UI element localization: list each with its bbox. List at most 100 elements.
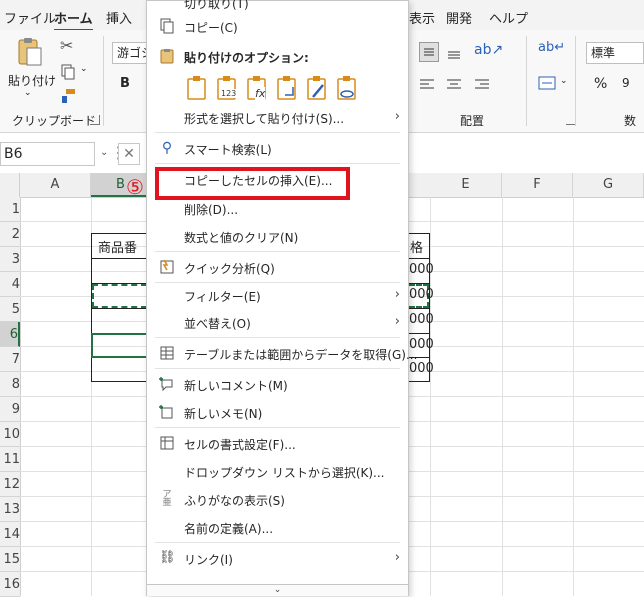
copy-dropdown-icon[interactable]: ⌄ <box>80 64 88 74</box>
menu-separator <box>155 337 400 338</box>
percent-style-button[interactable]: % <box>594 76 607 92</box>
new-comment-icon <box>159 376 175 392</box>
row-header-selected[interactable]: 6 <box>0 322 20 347</box>
row-header[interactable]: 10 <box>0 422 20 447</box>
orientation-icon[interactable]: ab↗ <box>474 42 503 58</box>
menu-item-new-note[interactable]: 新しいメモ(N) <box>147 400 408 426</box>
menu-separator <box>155 542 400 543</box>
clipboard-launcher-icon[interactable]: . <box>90 115 100 125</box>
table-border-line <box>409 308 430 309</box>
menu-item-copy[interactable]: コピー(C) <box>147 14 408 40</box>
column-header-f[interactable]: F <box>502 173 573 197</box>
row-header[interactable]: 13 <box>0 497 20 522</box>
menu-separator <box>155 163 400 164</box>
menu-item-paste-options: 貼り付けのオプション: <box>147 44 408 70</box>
row-header[interactable]: 8 <box>0 372 20 397</box>
menu-item-filter[interactable]: フィルター(E) › <box>147 283 408 309</box>
menu-item-label: 新しいコメント(M) <box>184 379 288 393</box>
merge-center-icon[interactable] <box>538 74 556 92</box>
align-center-icon[interactable] <box>446 78 462 92</box>
cell-d2-header[interactable]: 格 <box>410 237 423 256</box>
menu-item-label: 形式を選択して貼り付け(S)... <box>184 112 345 126</box>
paste-button-label[interactable]: 貼り付け <box>8 72 56 89</box>
paste-dropdown-icon[interactable]: ⌄ <box>24 88 32 98</box>
row-header[interactable]: 2 <box>0 222 20 247</box>
menu-separator <box>155 132 400 133</box>
bold-button[interactable]: B <box>120 76 130 91</box>
menu-item-format-cells[interactable]: セルの書式設定(F)... <box>147 431 408 457</box>
menu-item-delete[interactable]: 削除(D)... <box>147 196 408 222</box>
ribbon-separator <box>526 36 527 126</box>
format-painter-icon[interactable] <box>60 88 76 104</box>
menu-item-smart-lookup[interactable]: ⚲ スマート検索(L) <box>147 136 408 162</box>
menu-item-quick-analysis[interactable]: クイック分析(Q) <box>147 255 408 281</box>
menu-item-show-furigana[interactable]: ア亜 ふりがなの表示(S) <box>147 487 408 513</box>
menu-item-link[interactable]: ⛓ リンク(I) › <box>147 546 408 572</box>
menu-item-paste-special[interactable]: 形式を選択して貼り付け(S)... › <box>147 105 408 131</box>
align-middle-button[interactable] <box>419 42 439 62</box>
number-format-box[interactable]: 標準 <box>586 42 644 64</box>
tab-view[interactable]: 表示 <box>409 8 435 27</box>
column-header-a[interactable]: A <box>20 173 91 197</box>
row-header[interactable]: 14 <box>0 522 20 547</box>
row-header[interactable]: 15 <box>0 547 20 572</box>
table-border-line <box>409 258 430 259</box>
gridline <box>502 197 503 596</box>
name-box[interactable]: B6 <box>0 142 95 166</box>
row-header[interactable]: 7 <box>0 347 20 372</box>
menu-item-clear-contents[interactable]: 数式と値のクリア(N) <box>147 224 408 250</box>
row-header[interactable]: 12 <box>0 472 20 497</box>
cancel-entry-icon[interactable]: ✕ <box>118 143 140 165</box>
tab-help[interactable]: ヘルプ <box>489 8 528 27</box>
row-header[interactable]: 9 <box>0 397 20 422</box>
font-name-box[interactable]: 游ゴシ <box>112 42 148 64</box>
paste-formatting-icon[interactable] <box>305 75 329 101</box>
select-all-corner[interactable] <box>0 173 20 197</box>
align-left-icon[interactable] <box>419 78 435 92</box>
merge-dropdown-icon[interactable]: ⌄ <box>560 76 568 86</box>
name-box-dropdown-icon[interactable]: ⌄ <box>100 147 108 158</box>
copy-ribbon-icon[interactable] <box>60 64 76 80</box>
cell-b2-header[interactable]: 商品番 <box>98 237 137 256</box>
row-header[interactable]: 16 <box>0 572 20 597</box>
paste-big-icon[interactable] <box>14 36 44 68</box>
cell-d3-value[interactable]: 000 <box>409 262 434 277</box>
table-icon <box>159 345 175 361</box>
cell-d4-value[interactable]: 000 <box>409 287 434 302</box>
comma-style-icon[interactable]: 9 <box>622 76 630 90</box>
cell-d5-value[interactable]: 000 <box>409 312 434 327</box>
column-header-e[interactable]: E <box>430 173 502 197</box>
tab-insert[interactable]: 挿入 <box>106 8 132 27</box>
quick-analysis-icon <box>159 259 175 275</box>
tab-developer[interactable]: 開発 <box>446 8 472 27</box>
align-bottom-icon[interactable] <box>446 44 462 60</box>
cut-icon[interactable]: ✂ <box>60 36 73 55</box>
column-header-g[interactable]: G <box>573 173 644 197</box>
row-header[interactable]: 1 <box>0 197 20 222</box>
table-border-line <box>409 333 430 334</box>
paste-default-icon[interactable] <box>185 75 209 101</box>
row-header[interactable]: 5 <box>0 297 20 322</box>
tab-home[interactable]: ホーム <box>54 8 93 32</box>
row-header[interactable]: 11 <box>0 447 20 472</box>
row-header[interactable]: 3 <box>0 247 20 272</box>
row-header[interactable]: 4 <box>0 272 20 297</box>
selected-cell-b6[interactable] <box>91 333 147 358</box>
menu-item-get-data-from-table[interactable]: テーブルまたは範囲からデータを取得(G)... <box>147 341 417 367</box>
menu-item-new-comment[interactable]: 新しいコメント(M) <box>147 372 408 398</box>
menu-item-define-name[interactable]: 名前の定義(A)... <box>147 515 408 541</box>
paste-values-icon[interactable]: 123 <box>215 75 239 101</box>
copy-icon <box>159 18 175 34</box>
menu-item-pick-from-dropdown[interactable]: ドロップダウン リストから選択(K)... <box>147 459 408 485</box>
scroll-more-icon[interactable]: ⌄ <box>147 584 408 596</box>
menu-item-sort[interactable]: 並べ替え(O) › <box>147 310 408 336</box>
paste-formulas-icon[interactable]: fx <box>245 75 269 101</box>
paste-link-icon[interactable] <box>335 75 359 101</box>
align-right-icon[interactable] <box>474 78 490 92</box>
cell-d7-value[interactable]: 000 <box>409 361 434 376</box>
clipboard-group-label: クリップボード <box>12 114 97 128</box>
tab-file[interactable]: ファイル <box>4 8 56 27</box>
wrap-text-icon[interactable]: ab↵ <box>538 40 565 55</box>
paste-transpose-icon[interactable] <box>275 75 299 101</box>
gridline <box>430 197 431 596</box>
